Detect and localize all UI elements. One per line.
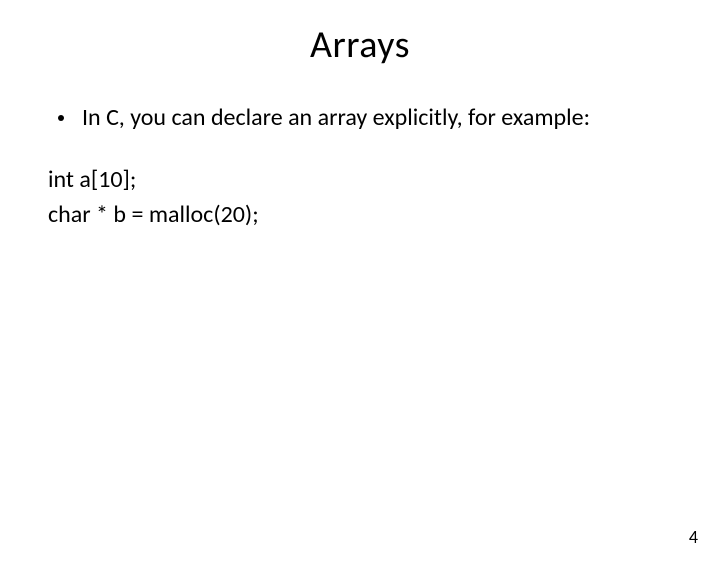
page-number: 4 (689, 526, 698, 548)
slide: Arrays In C, you can declare an array ex… (0, 22, 720, 562)
bullet-item: In C, you can declare an array explicitl… (48, 102, 672, 134)
code-block: int a[10]; char * b = malloc(20); (48, 164, 672, 231)
bullet-dot-icon (58, 115, 64, 121)
slide-content: In C, you can declare an array explicitl… (0, 102, 720, 231)
code-line-1: int a[10]; (48, 164, 672, 196)
bullet-text: In C, you can declare an array explicitl… (82, 102, 672, 134)
slide-title: Arrays (0, 22, 720, 68)
code-line-2: char * b = malloc(20); (48, 199, 672, 231)
